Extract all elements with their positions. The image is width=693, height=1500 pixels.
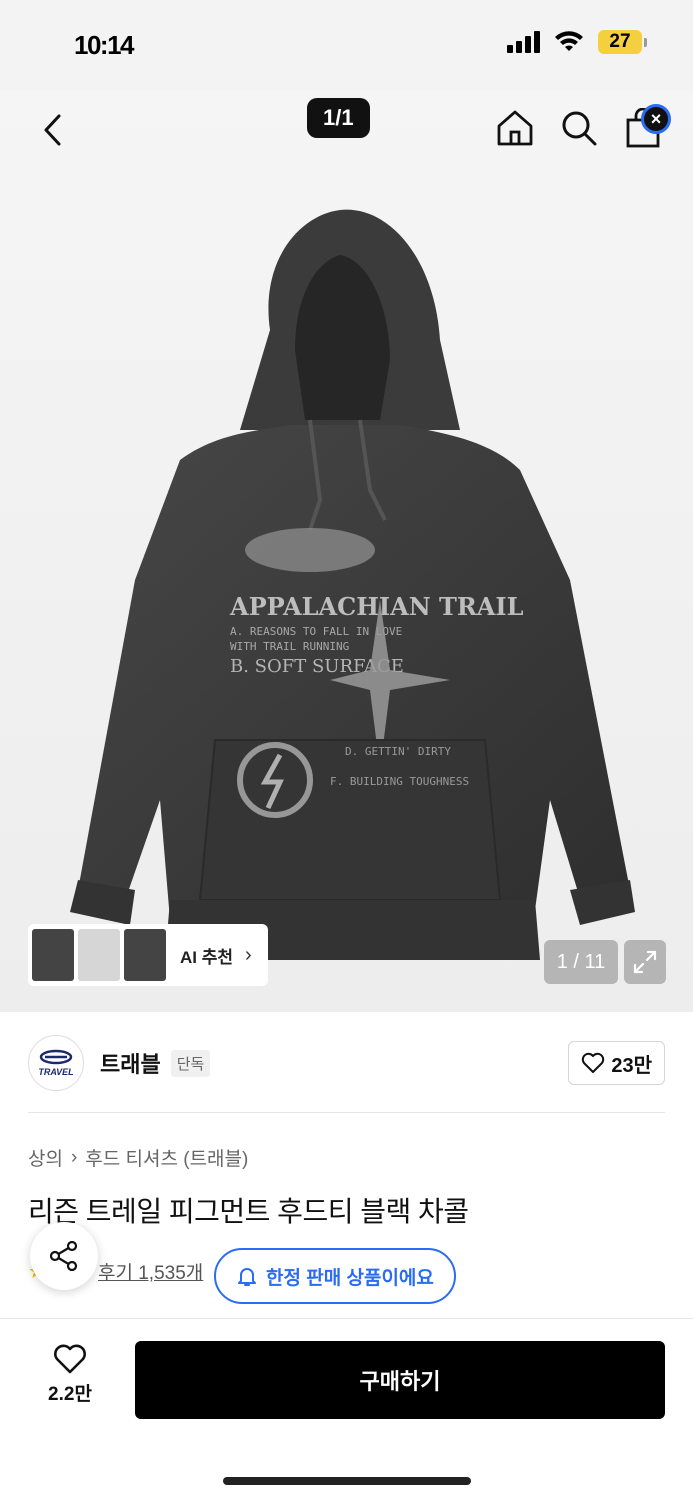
- chevron-right-icon: ›: [70, 1146, 78, 1168]
- product-title: 리즌 트레일 피그먼트 후드티 블랙 차콜: [28, 1196, 469, 1227]
- back-button[interactable]: [34, 108, 70, 152]
- status-time: 10:14: [74, 30, 135, 60]
- brand-logo-text: TRAVEL: [38, 1067, 74, 1077]
- heart-icon: [54, 1344, 86, 1374]
- home-button[interactable]: [493, 104, 537, 152]
- home-indicator: [223, 1477, 471, 1485]
- cellular-signal-icon: [507, 31, 540, 53]
- heart-icon: [582, 1052, 605, 1073]
- limited-sale-notice: 한정 판매 상품이에요: [214, 1248, 456, 1304]
- reviews-link[interactable]: 후기 1,535개: [98, 1258, 203, 1285]
- chevron-left-icon: [44, 114, 61, 146]
- search-button[interactable]: [557, 104, 601, 152]
- exclusive-tag: 단독: [170, 1049, 211, 1077]
- nav-actions: ×: [493, 104, 671, 152]
- wishlist-count: 2.2만: [48, 1384, 92, 1405]
- hoodie-product-image: APPALACHIAN TRAIL A. REASONS TO FALL IN …: [70, 209, 635, 960]
- image-counter: 1 / 11: [544, 940, 618, 984]
- share-icon: [49, 1240, 78, 1272]
- limited-sale-text: 한정 판매 상품이에요: [266, 1267, 434, 1289]
- recommendation-thumbnail: [32, 929, 74, 981]
- breadcrumb-category[interactable]: 상의: [28, 1144, 63, 1171]
- buy-button[interactable]: 구매하기: [135, 1341, 665, 1419]
- battery-level: 27: [598, 30, 642, 54]
- brand-like-button[interactable]: 23만: [568, 1041, 665, 1085]
- recommendation-thumbnail: [124, 929, 166, 981]
- svg-text:F. BUILDING TOUGHNESS: F. BUILDING TOUGHNESS: [330, 775, 469, 788]
- image-position-pill: 1/1: [307, 98, 370, 138]
- chevron-right-icon: ›: [245, 943, 252, 966]
- bell-icon: [238, 1268, 256, 1286]
- svg-text:APPALACHIAN TRAIL: APPALACHIAN TRAIL: [229, 592, 524, 621]
- search-icon: [562, 111, 597, 146]
- brand-name[interactable]: 트래블: [100, 1047, 161, 1079]
- svg-text:D. GETTIN' DIRTY: D. GETTIN' DIRTY: [345, 745, 451, 758]
- brand-logo-mark-icon: [39, 1049, 73, 1065]
- top-navigation: 1/1 ×: [0, 90, 693, 170]
- brand-like-count: 23만: [611, 1054, 652, 1077]
- breadcrumb: 상의 › 후드 티셔츠 (트래블): [28, 1144, 248, 1171]
- share-button[interactable]: [30, 1222, 98, 1290]
- status-bar: 10:14 27: [0, 0, 693, 90]
- cart-button[interactable]: ×: [621, 104, 671, 152]
- wifi-icon: [555, 31, 583, 51]
- battery-icon: 27: [598, 30, 647, 54]
- divider: [28, 1112, 665, 1113]
- bottom-action-bar: 2.2만 구매하기: [0, 1318, 693, 1500]
- cart-badge: ×: [641, 104, 671, 134]
- wishlist-button[interactable]: 2.2만: [40, 1343, 100, 1406]
- ai-recommend-label: AI 추천: [180, 947, 234, 967]
- ai-recommendation-button[interactable]: AI 추천 ›: [28, 924, 268, 986]
- home-icon: [497, 110, 533, 146]
- status-indicators: 27: [507, 30, 647, 54]
- expand-icon: [633, 950, 657, 974]
- recommendation-thumbnail: [78, 929, 120, 981]
- breadcrumb-subcategory[interactable]: 후드 티셔츠 (트래블): [85, 1144, 248, 1171]
- brand-row: TRAVEL 트래블 단독 23만: [28, 1034, 665, 1092]
- expand-image-button[interactable]: [624, 940, 666, 984]
- product-gallery[interactable]: 1/1 × APPALACHIAN TRAIL A. REASONS TO FA…: [0, 90, 693, 1012]
- svg-text:WITH TRAIL RUNNING: WITH TRAIL RUNNING: [230, 640, 349, 653]
- brand-logo[interactable]: TRAVEL: [28, 1035, 84, 1091]
